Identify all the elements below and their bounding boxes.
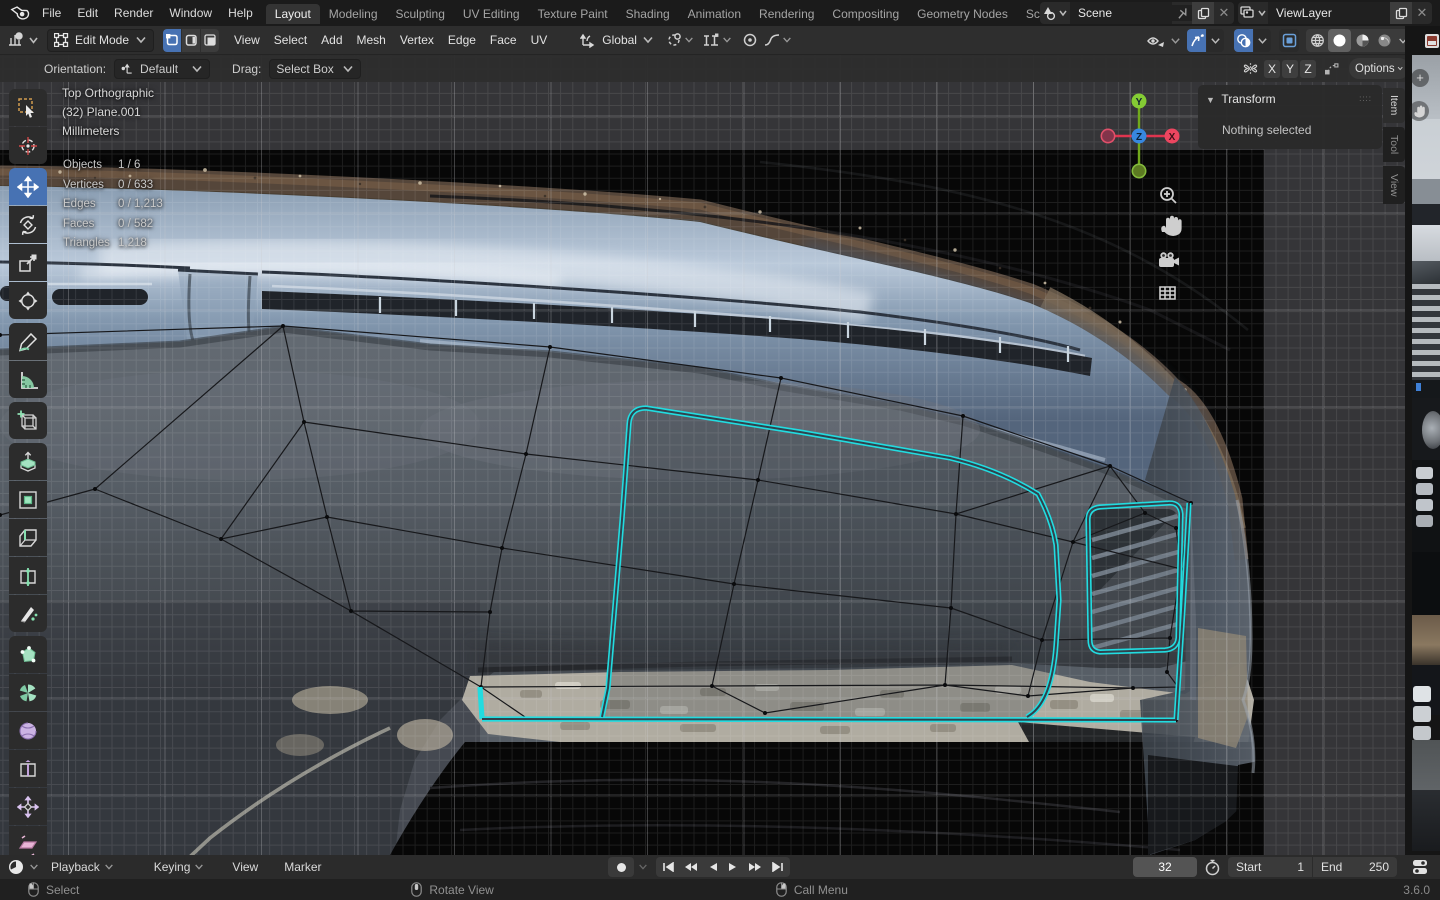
svg-text:Y: Y bbox=[1136, 97, 1143, 108]
svg-text:X: X bbox=[1169, 132, 1176, 143]
svg-text:Z: Z bbox=[1136, 132, 1142, 143]
